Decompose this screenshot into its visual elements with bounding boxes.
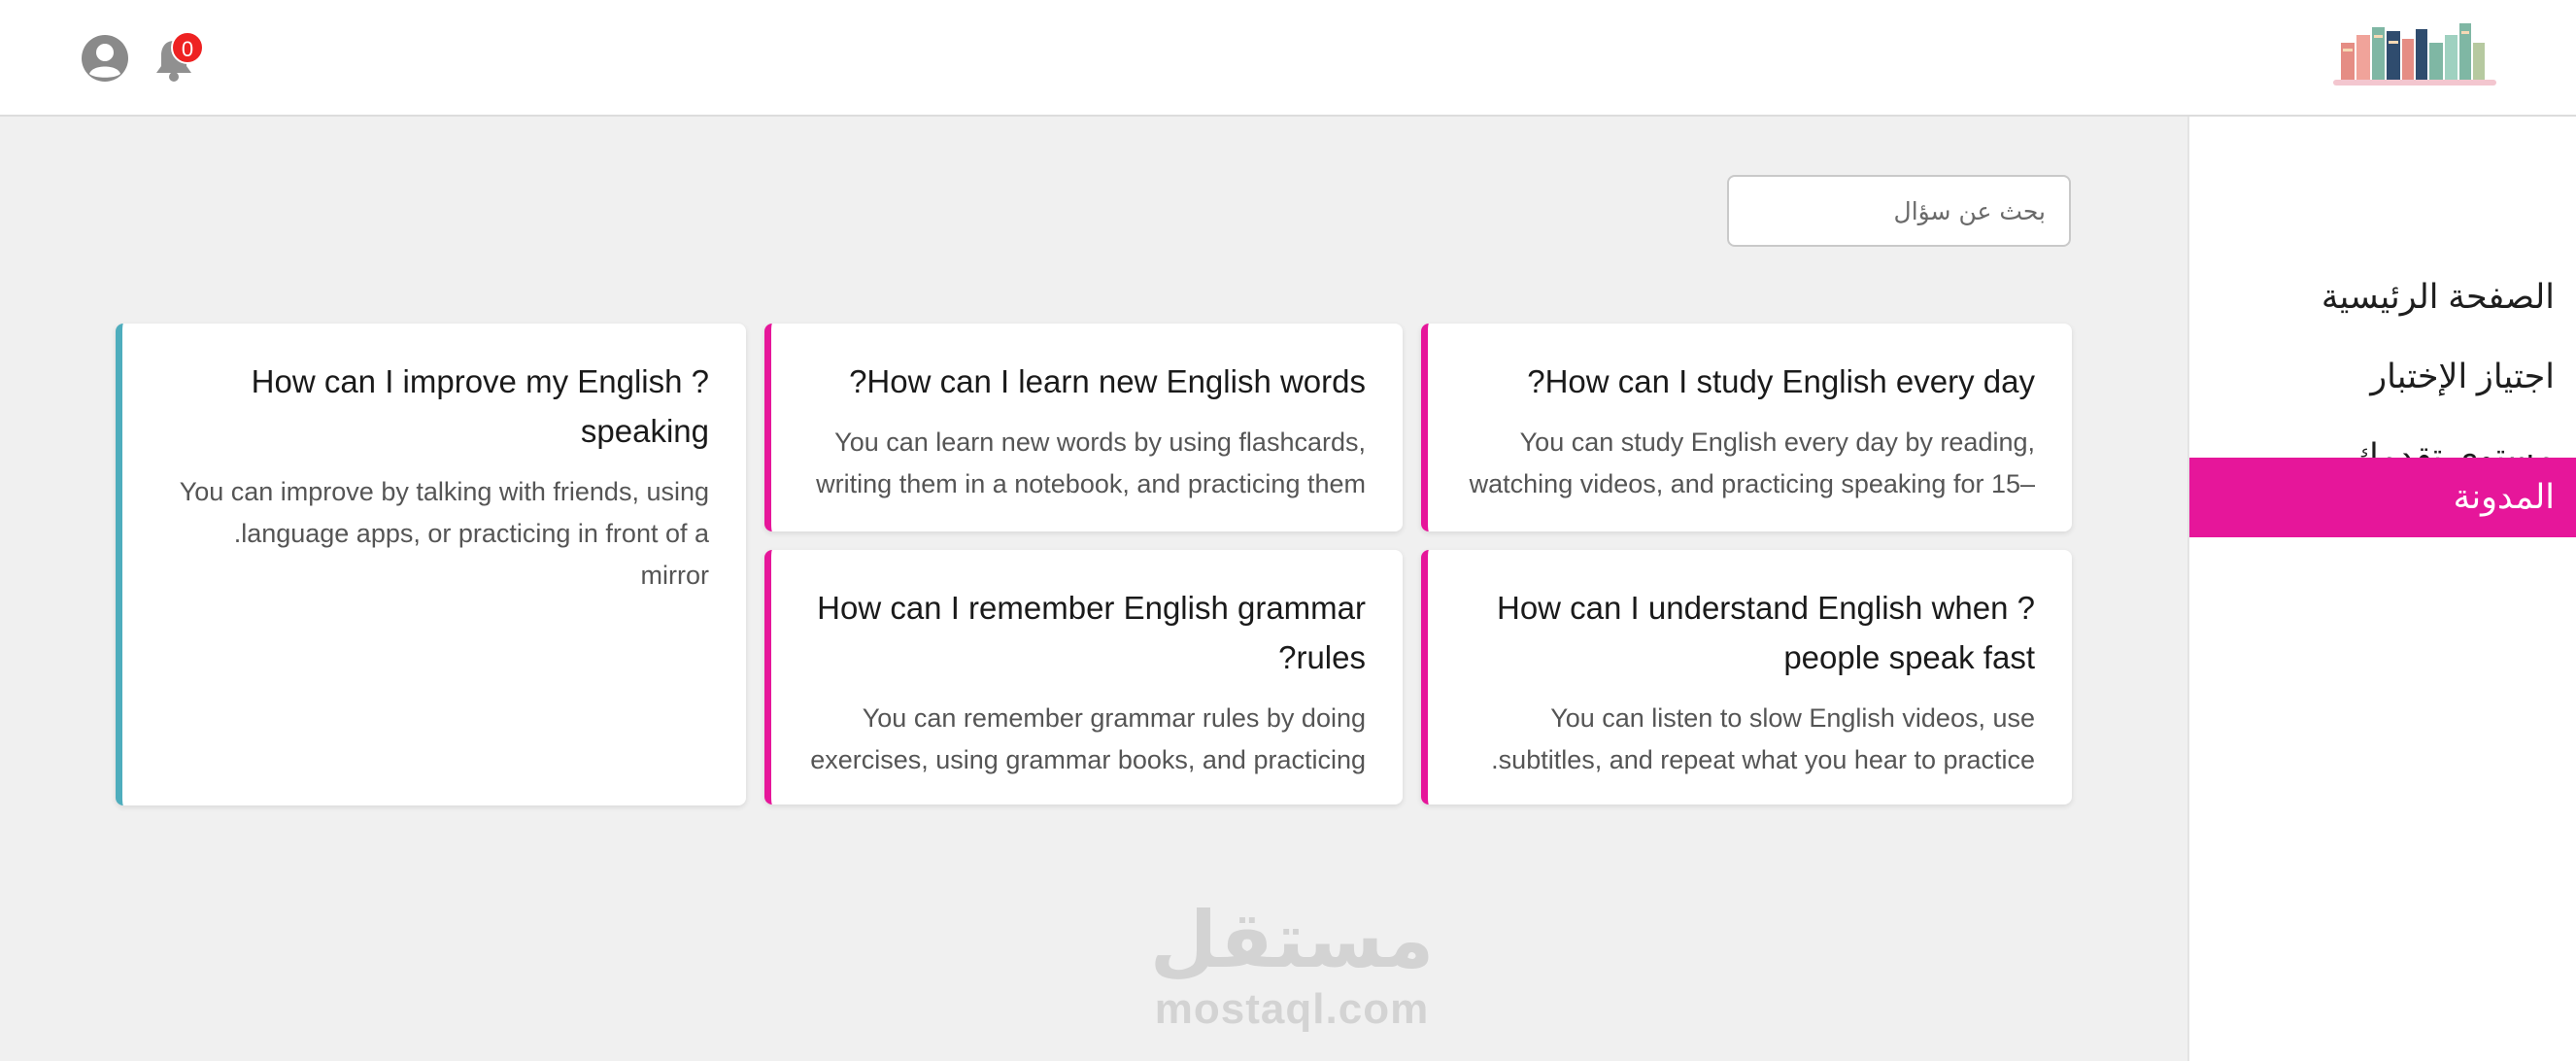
notification-count-badge: 0 — [171, 31, 204, 64]
watermark-latin-text: mostaql.com — [1154, 985, 1430, 1033]
question-card[interactable]: ?How can I study English every day You c… — [1421, 324, 2072, 531]
question-title: ?How can I study English every day — [1527, 363, 2035, 399]
question-title: How can I remember English grammar ?rule… — [817, 590, 1366, 675]
question-title: How can I understand English when ?peopl… — [1496, 590, 2035, 675]
top-bar: 0 — [0, 0, 2576, 117]
question-answer: You can improve by talking with friends,… — [179, 477, 709, 590]
watermark-arabic-text: مستقل — [1149, 895, 1435, 985]
question-title: How can I improve my English ?speaking — [251, 363, 709, 449]
question-card[interactable]: How can I understand English when ?peopl… — [1421, 550, 2072, 804]
user-avatar-icon[interactable] — [80, 33, 130, 84]
question-answer: You can study English every day by readi… — [1469, 428, 2035, 498]
books-logo — [2333, 23, 2496, 86]
sidebar-item-blog[interactable]: المدونة — [2189, 458, 2576, 537]
question-card[interactable]: How can I improve my English ?speaking Y… — [116, 324, 746, 805]
question-search-input[interactable] — [1727, 175, 2071, 247]
question-title: ?How can I learn new English words — [849, 363, 1366, 399]
sidebar: الصفحة الرئيسية اجتياز الإختبار مستوى تق… — [2187, 117, 2576, 1061]
question-answer: You can remember grammar rules by doing … — [810, 703, 1366, 774]
question-answer: You can learn new words by using flashca… — [816, 428, 1366, 498]
question-answer: You can listen to slow English videos, u… — [1491, 703, 2035, 774]
question-card[interactable]: ?How can I learn new English words You c… — [764, 324, 1403, 531]
sidebar-item-home[interactable]: الصفحة الرئيسية — [2189, 257, 2576, 337]
question-card[interactable]: How can I remember English grammar ?rule… — [764, 550, 1403, 804]
sidebar-item-take-test[interactable]: اجتياز الإختبار — [2189, 337, 2576, 417]
mostaql-watermark: مستقل mostaql.com — [1146, 894, 1438, 1032]
